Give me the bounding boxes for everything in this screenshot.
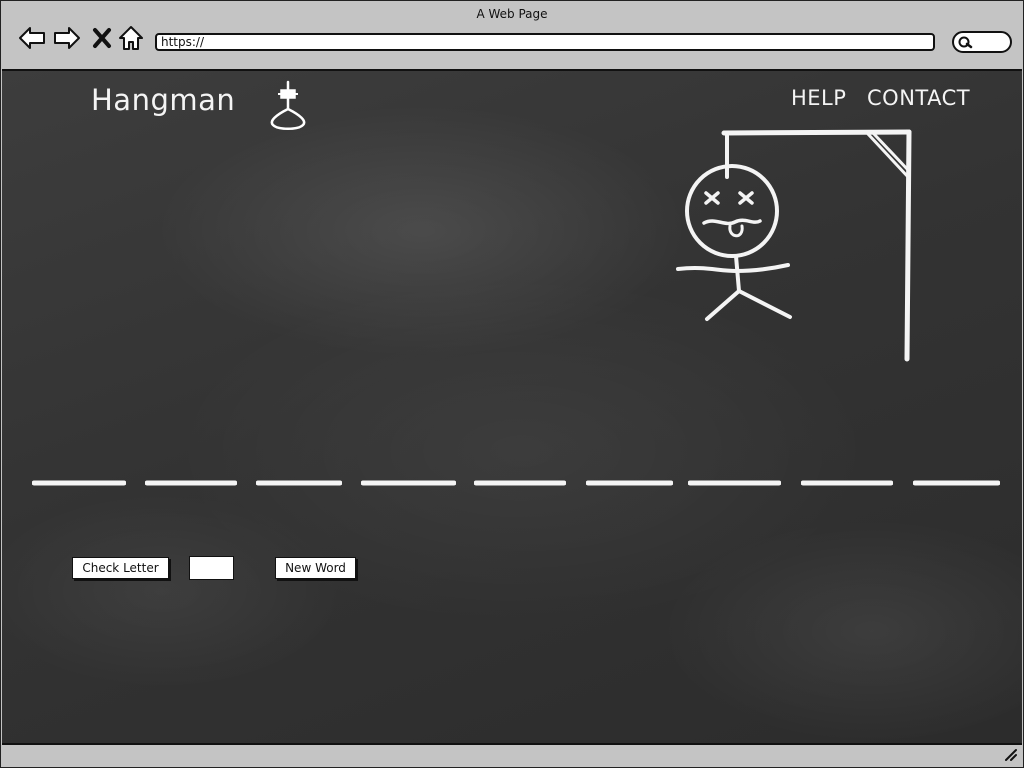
forward-arrow-icon [54,27,80,49]
contact-link[interactable]: CONTACT [867,86,970,110]
browser-window: A Web Page Hangman [0,0,1024,768]
gallows-brace [866,132,911,180]
home-icon [119,26,143,50]
letter-blank [256,480,342,486]
hangman-body [734,254,741,293]
search-icon [958,36,973,49]
gallows-beam [721,129,912,136]
hangman-gallows-drawing [676,129,912,362]
gallows-post [904,129,912,362]
forward-button[interactable] [52,23,82,53]
chalkboard-page: Hangman HELP CONTACT Check Letter New Wo… [2,69,1022,745]
hangman-mouth [702,218,762,226]
new-word-button[interactable]: New Word [275,557,356,579]
noose-icon [270,80,306,130]
resize-grip-icon[interactable] [1003,747,1017,761]
letter-blank [688,480,781,486]
letter-blank [145,480,237,486]
window-title: A Web Page [476,7,548,21]
letter-blank [361,480,456,486]
logo-text: Hangman [91,83,236,117]
letter-blank [913,480,1000,486]
close-x-icon [93,28,111,48]
check-letter-button[interactable]: Check Letter [72,557,169,579]
home-button[interactable] [116,23,146,53]
search-button[interactable] [952,31,1012,53]
hangman-head [685,164,779,258]
letter-input[interactable] [189,556,234,580]
hangman-eyes [704,191,754,205]
back-arrow-icon [19,27,45,49]
help-link[interactable]: HELP [791,86,846,110]
letter-blank [32,480,126,486]
hangman-legs [705,289,792,321]
letter-blank [474,480,566,486]
letter-blank [586,480,673,486]
hangman-arms [676,263,790,273]
hangman-tongue [728,224,744,238]
letter-blank [801,480,893,486]
address-bar[interactable] [155,33,935,51]
stop-button[interactable] [87,23,117,53]
back-button[interactable] [17,23,47,53]
